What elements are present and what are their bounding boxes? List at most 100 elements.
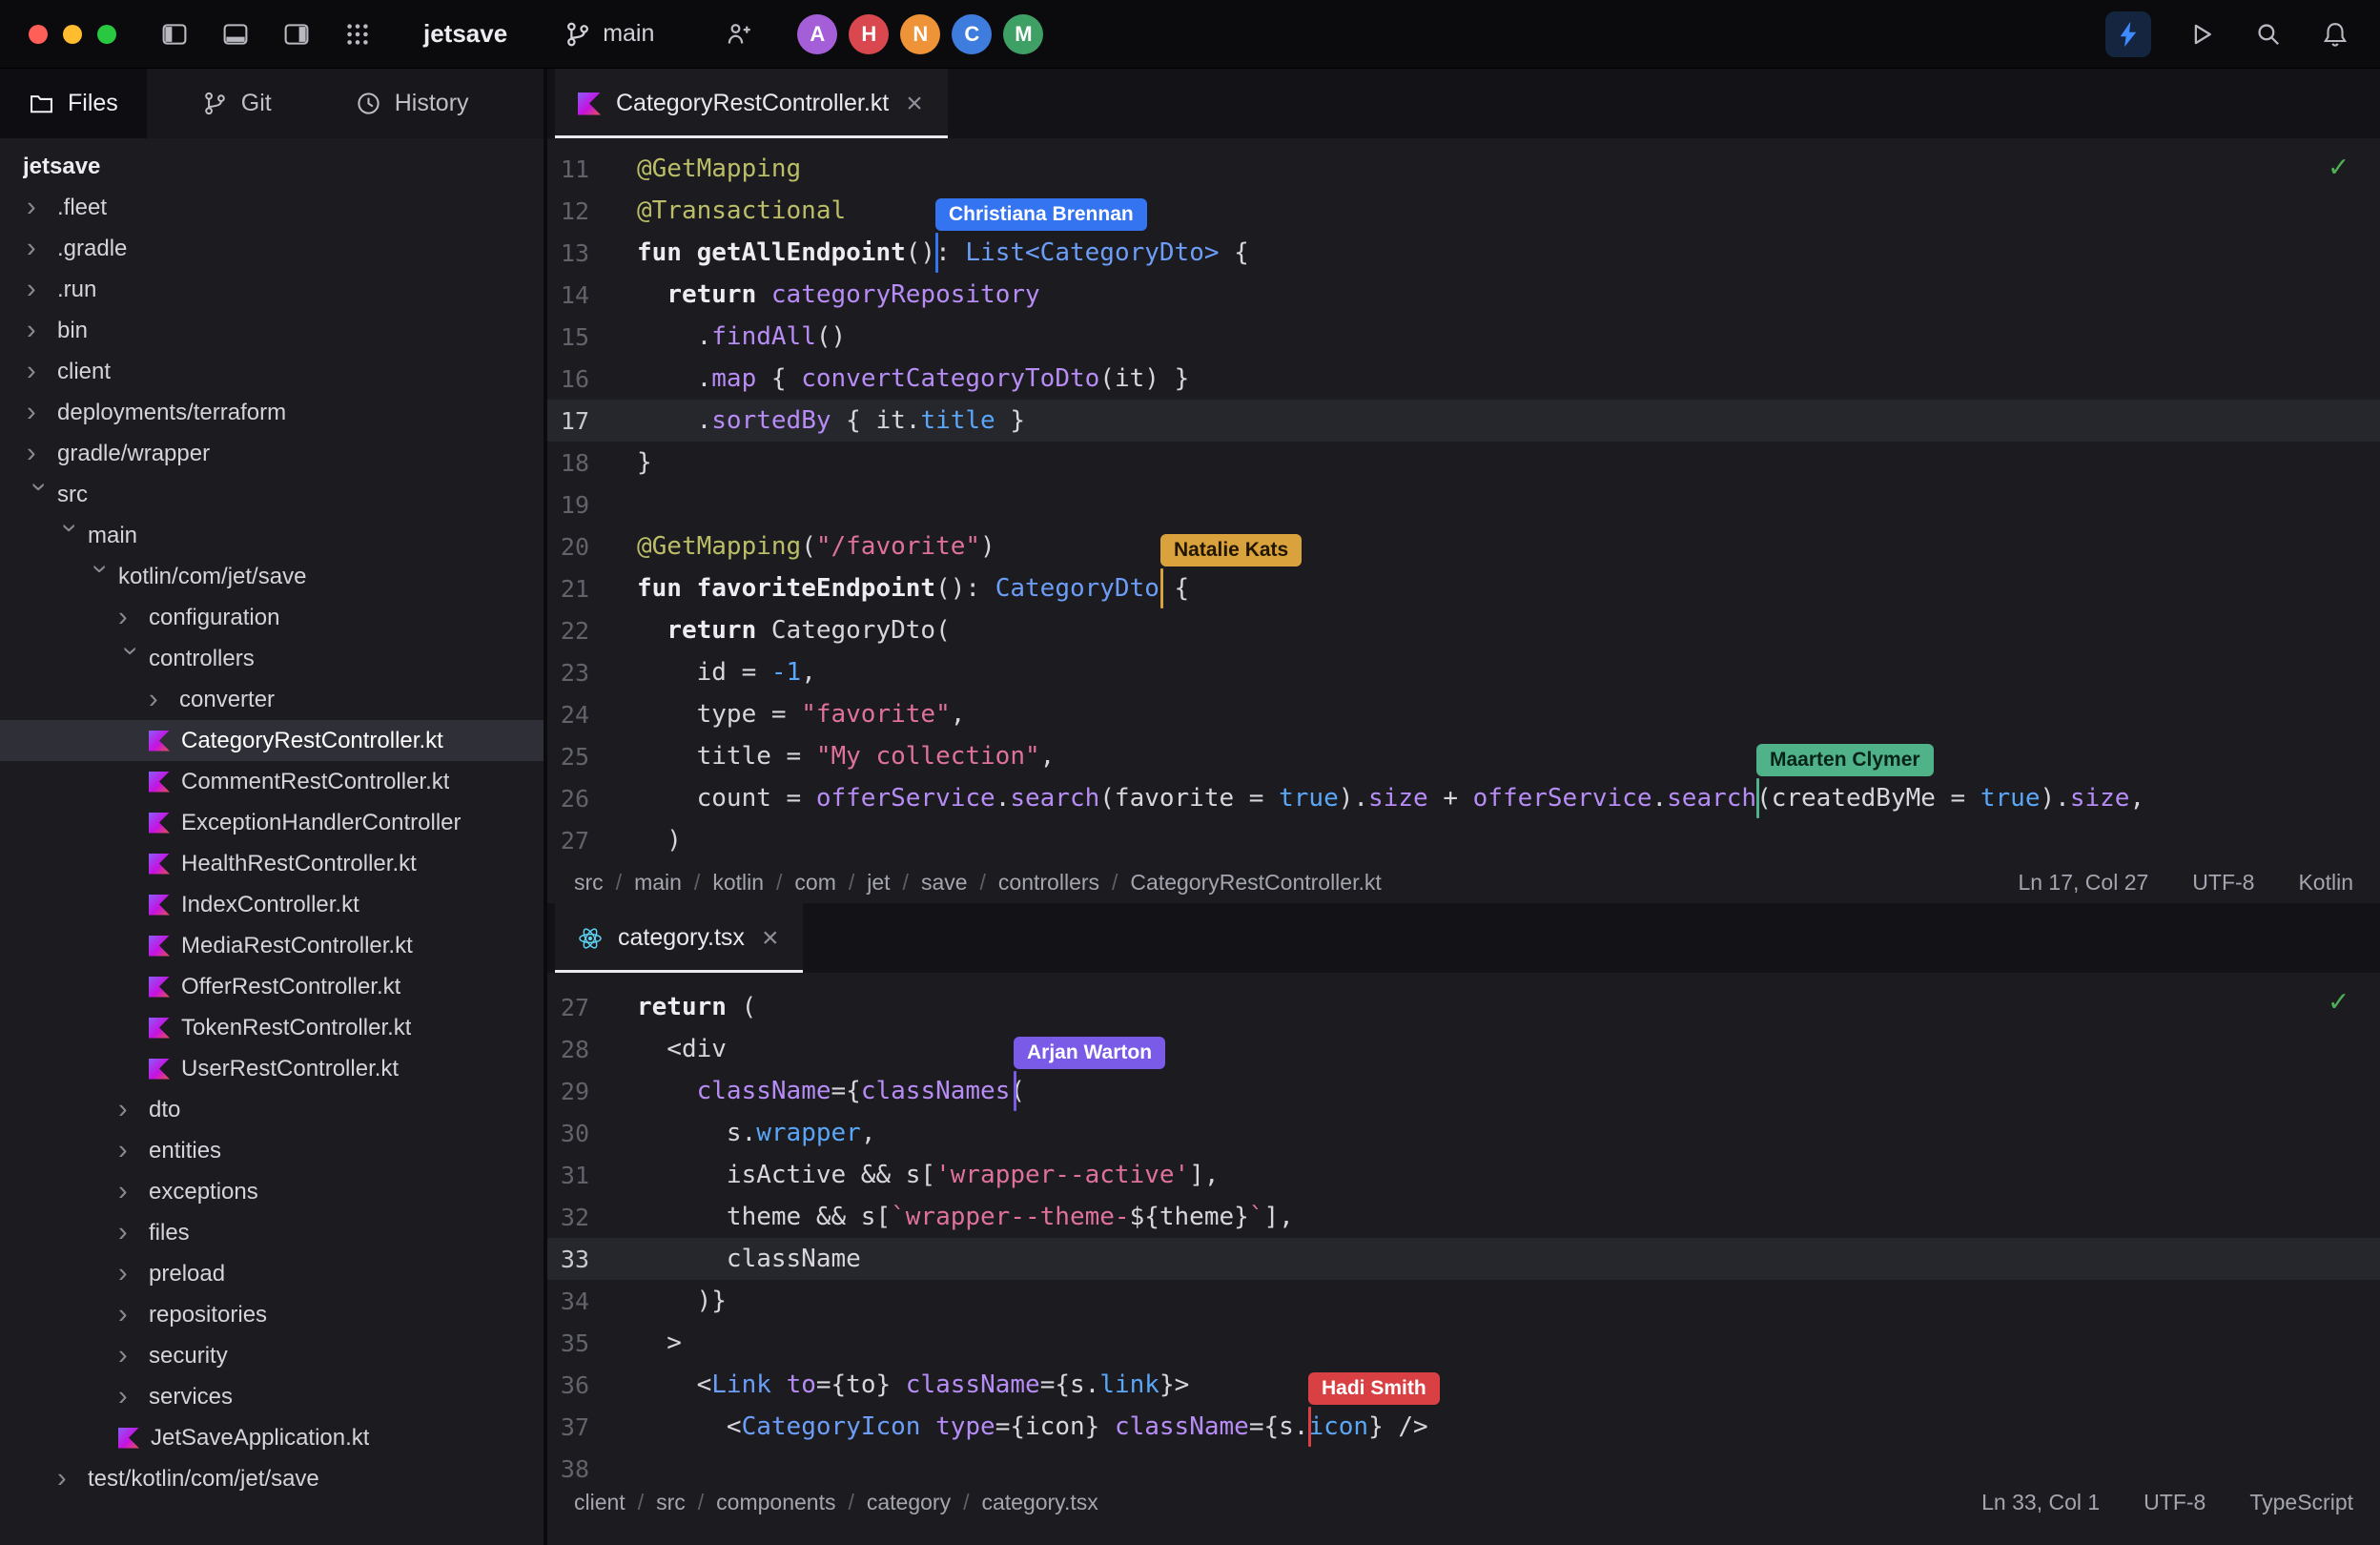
code-line[interactable]: 29 className={classNames(: [547, 1070, 2380, 1112]
code-line[interactable]: 14 return categoryRepository: [547, 274, 2380, 316]
tree-item[interactable]: ›exceptions: [0, 1171, 544, 1212]
caret-position[interactable]: Ln 33, Col 1: [1981, 1490, 2100, 1515]
tree-item[interactable]: ›dto: [0, 1089, 544, 1130]
code-line[interactable]: 13fun getAllEndpoint(): List<CategoryDto…: [547, 232, 2380, 274]
tab-files[interactable]: Files: [0, 69, 147, 138]
breadcrumb-item[interactable]: com: [794, 870, 835, 896]
tree-item[interactable]: IndexController.kt: [0, 884, 544, 925]
code-editor-tsx[interactable]: ✓ 27return (28 <div29 className={classNa…: [547, 973, 2380, 1481]
line-number[interactable]: 37: [547, 1413, 589, 1441]
line-number[interactable]: 32: [547, 1204, 589, 1231]
toggle-left-panel-icon[interactable]: [158, 18, 191, 51]
avatar-h[interactable]: H: [849, 14, 889, 54]
tree-item[interactable]: ›.gradle: [0, 228, 544, 269]
line-number[interactable]: 33: [547, 1246, 589, 1273]
tree-item[interactable]: ›services: [0, 1376, 544, 1417]
code-line[interactable]: 24 type = "favorite",: [547, 693, 2380, 735]
code-line[interactable]: 33 className: [547, 1238, 2380, 1280]
toggle-right-panel-icon[interactable]: [280, 18, 313, 51]
breadcrumb-item[interactable]: src: [574, 870, 604, 896]
code-line[interactable]: 17 .sortedBy { it.title }: [547, 400, 2380, 442]
file-language[interactable]: Kotlin: [2298, 870, 2353, 896]
code-line[interactable]: 23 id = -1,: [547, 651, 2380, 693]
code-line[interactable]: 32 theme && s[`wrapper--theme-${theme}`]…: [547, 1196, 2380, 1238]
file-encoding[interactable]: UTF-8: [2144, 1490, 2206, 1515]
search-icon[interactable]: [2252, 18, 2285, 51]
breadcrumb-item[interactable]: CategoryRestController.kt: [1130, 870, 1381, 896]
tree-item[interactable]: ›files: [0, 1212, 544, 1253]
tree-item[interactable]: CommentRestController.kt: [0, 761, 544, 802]
breadcrumb-item[interactable]: client: [574, 1490, 626, 1515]
tree-item[interactable]: ExceptionHandlerController: [0, 802, 544, 843]
code-line[interactable]: 37 <CategoryIcon type={icon} className={…: [547, 1406, 2380, 1448]
tree-item[interactable]: ›client: [0, 351, 544, 392]
project-name[interactable]: jetsave: [423, 19, 507, 49]
workspaces-grid-icon[interactable]: [341, 18, 374, 51]
close-window-button[interactable]: [29, 25, 48, 44]
breadcrumb-item[interactable]: category.tsx: [981, 1490, 1098, 1515]
file-encoding[interactable]: UTF-8: [2192, 870, 2254, 896]
notifications-bell-icon[interactable]: [2319, 18, 2351, 51]
tree-item[interactable]: ›repositories: [0, 1294, 544, 1335]
tree-item[interactable]: CategoryRestController.kt: [0, 720, 544, 761]
tab-history[interactable]: History: [327, 69, 498, 138]
branch-selector[interactable]: main: [564, 20, 654, 48]
line-number[interactable]: 27: [547, 827, 589, 855]
caret-position[interactable]: Ln 17, Col 27: [2018, 870, 2148, 896]
invite-collaborator-icon[interactable]: [723, 18, 755, 51]
tree-item[interactable]: ›kotlin/com/jet/save: [0, 556, 544, 597]
file-language[interactable]: TypeScript: [2249, 1490, 2353, 1515]
line-number[interactable]: 27: [547, 994, 589, 1021]
line-number[interactable]: 14: [547, 281, 589, 309]
code-line[interactable]: 28 <div: [547, 1028, 2380, 1070]
line-number[interactable]: 38: [547, 1455, 589, 1482]
line-number[interactable]: 18: [547, 449, 589, 477]
breadcrumb-item[interactable]: save: [921, 870, 968, 896]
tree-item[interactable]: JetSaveApplication.kt: [0, 1417, 544, 1458]
tree-item[interactable]: ›preload: [0, 1253, 544, 1294]
line-number[interactable]: 13: [547, 239, 589, 267]
breadcrumb-item[interactable]: main: [634, 870, 682, 896]
line-number[interactable]: 29: [547, 1078, 589, 1105]
line-number[interactable]: 15: [547, 323, 589, 351]
tree-item[interactable]: UserRestController.kt: [0, 1048, 544, 1089]
breadcrumb-item[interactable]: kotlin: [712, 870, 764, 896]
code-line[interactable]: 31 isActive && s['wrapper--active'],: [547, 1154, 2380, 1196]
code-line[interactable]: 30 s.wrapper,: [547, 1112, 2380, 1154]
tree-item[interactable]: ›bin: [0, 310, 544, 351]
line-number[interactable]: 24: [547, 701, 589, 729]
tree-item[interactable]: ›configuration: [0, 597, 544, 638]
line-number[interactable]: 28: [547, 1036, 589, 1063]
code-line[interactable]: 19: [547, 484, 2380, 525]
code-line[interactable]: 27 ): [547, 819, 2380, 861]
code-line[interactable]: 36 <Link to={to} className={s.link}>: [547, 1364, 2380, 1406]
code-line[interactable]: 22 return CategoryDto(: [547, 609, 2380, 651]
line-number[interactable]: 31: [547, 1162, 589, 1189]
code-line[interactable]: 38: [547, 1448, 2380, 1481]
breadcrumb-item[interactable]: jet: [867, 870, 890, 896]
avatar-a[interactable]: A: [797, 14, 837, 54]
tree-item[interactable]: HealthRestController.kt: [0, 843, 544, 884]
avatar-m[interactable]: M: [1003, 14, 1043, 54]
minimize-window-button[interactable]: [63, 25, 82, 44]
line-number[interactable]: 23: [547, 659, 589, 687]
tree-item[interactable]: OfferRestController.kt: [0, 966, 544, 1007]
code-line[interactable]: 26 count = offerService.search(favorite …: [547, 777, 2380, 819]
tree-root[interactable]: jetsave: [0, 146, 544, 187]
toggle-bottom-panel-icon[interactable]: [219, 18, 252, 51]
tree-item[interactable]: ›main: [0, 515, 544, 556]
line-number[interactable]: 16: [547, 365, 589, 393]
zoom-window-button[interactable]: [97, 25, 116, 44]
code-editor-kotlin[interactable]: ✓ 11@GetMapping12@Transactional13fun get…: [547, 138, 2380, 861]
editor-tab-category-rest-controller[interactable]: CategoryRestController.kt ×: [555, 69, 948, 138]
line-number[interactable]: 21: [547, 575, 589, 603]
tree-item[interactable]: TokenRestController.kt: [0, 1007, 544, 1048]
line-number[interactable]: 12: [547, 197, 589, 225]
line-number[interactable]: 34: [547, 1288, 589, 1315]
tree-item[interactable]: ›.fleet: [0, 187, 544, 228]
line-number[interactable]: 11: [547, 155, 589, 183]
breadcrumb-item[interactable]: components: [716, 1490, 835, 1515]
close-tab-icon[interactable]: ×: [760, 924, 781, 953]
line-number[interactable]: 19: [547, 491, 589, 519]
tab-git[interactable]: Git: [174, 69, 300, 138]
